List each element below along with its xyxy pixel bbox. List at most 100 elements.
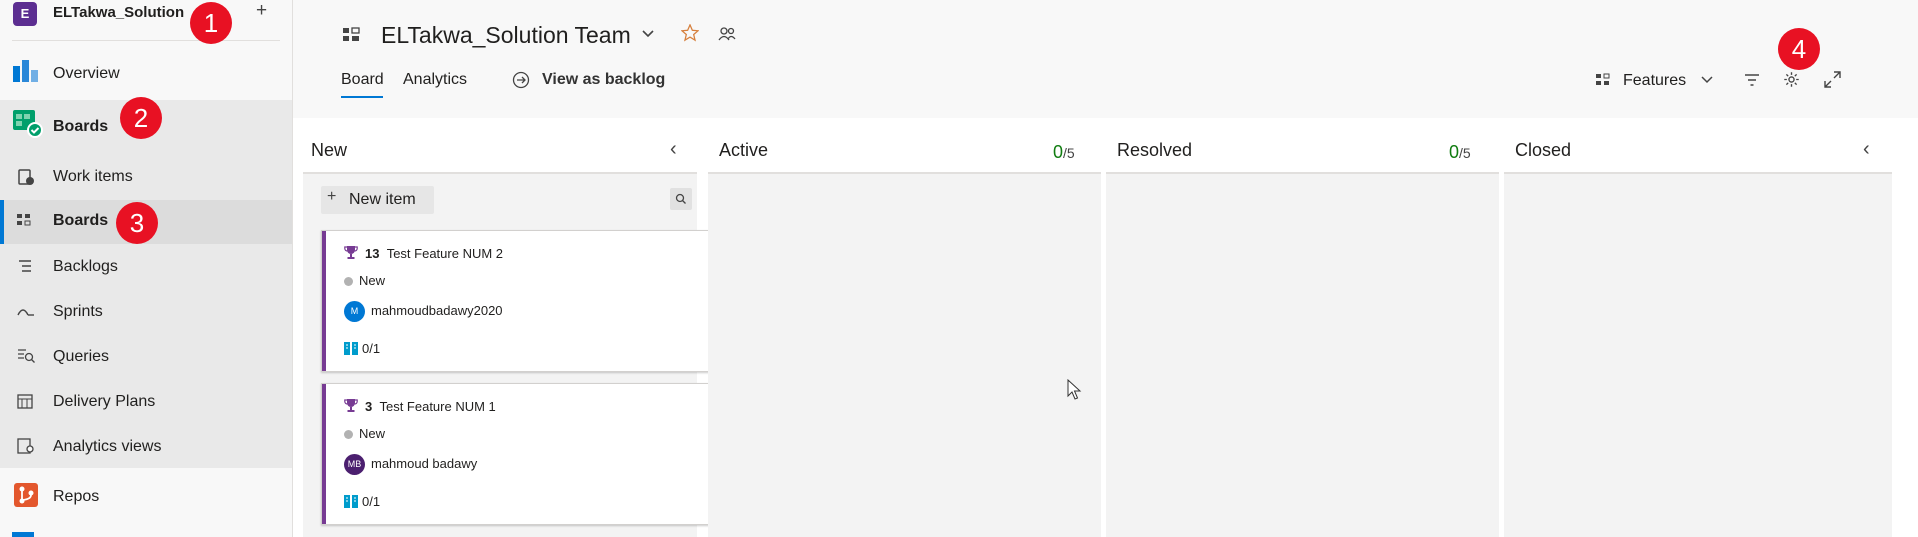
sprints-icon [17,303,35,324]
settings-gear-icon[interactable] [1783,71,1800,93]
column-header-closed: Closed ‹ [1498,118,1898,172]
project-avatar: E [13,2,37,26]
nav-queries-label: Queries [53,348,110,365]
card-state: New [359,426,386,441]
trophy-icon [344,246,358,259]
collapse-column-icon[interactable]: ‹ [670,138,677,161]
nav-work-items[interactable]: Work items [0,160,292,196]
nav-delivery-plans[interactable]: Delivery Plans [0,385,292,421]
nav-overview-label: Overview [53,65,120,82]
tab-analytics[interactable]: Analytics [403,71,467,89]
card-title-row: 13 Test Feature NUM 2 [344,245,503,261]
team-name[interactable]: ELTakwa_Solution Team [381,22,631,49]
chevron-down-icon[interactable] [640,26,656,47]
feature-card[interactable]: 3 Test Feature NUM 1 New MB mahmoud badaw… [321,383,727,525]
wip-current: 0 [1053,142,1064,162]
filter-icon[interactable] [1744,72,1760,93]
search-icon [675,193,686,204]
add-project-icon[interactable]: + [256,0,267,22]
column-title: Active [719,140,769,160]
card-child-progress: 0/1 [362,341,381,356]
backlogs-icon [17,258,33,279]
column-title: Resolved [1117,140,1193,160]
delivery-plans-icon [17,393,33,414]
annotation-marker-4: 4 [1778,28,1820,70]
nav-repos[interactable]: Repos [0,478,292,514]
repos-icon [13,482,39,513]
feature-card[interactable]: 13 Test Feature NUM 2 New Mmahmoudbadawy… [321,230,727,372]
favorite-star-icon[interactable] [680,23,700,47]
plus-icon: + [327,188,337,205]
book-icon [344,342,358,355]
wip-count: 0/5 [1053,142,1075,163]
nav-work-items-label: Work items [53,168,133,185]
team-board-icon [343,26,363,51]
new-item-label: New item [349,191,416,208]
card-title-row: 3 Test Feature NUM 1 [344,398,496,414]
wip-limit: /5 [1459,145,1471,161]
team-members-icon[interactable] [718,26,736,47]
kanban-board: New ‹ + New item 13 Test Feature NUM 2 N… [293,118,1918,537]
card-progress-row[interactable]: 0/1 [344,494,380,509]
column-header-active: Active 0/5 [703,118,1100,172]
annotation-marker-2: 2 [120,97,162,139]
card-title[interactable]: Test Feature NUM 2 [387,246,503,261]
nav-overview[interactable]: Overview [0,60,292,96]
state-indicator [344,430,353,440]
card-id: 3 [365,399,373,414]
queries-icon [17,348,35,369]
card-child-progress: 0/1 [362,494,381,509]
column-title: Closed [1515,140,1572,160]
card-assignee: mahmoud badawy [371,455,478,471]
boards-icon [17,213,33,234]
nav-analytics-views[interactable]: Analytics views [0,430,292,466]
wip-count: 0/5 [1449,142,1471,163]
card-state-row[interactable]: New [344,426,385,441]
card-assignee-row[interactable]: Mmahmoudbadawy2020 [344,301,503,322]
divider [12,40,280,41]
book-icon [344,495,358,508]
nav-delivery-plans-label: Delivery Plans [53,393,156,410]
feature-type-stripe [322,231,326,371]
trophy-icon [344,399,358,412]
column-search-button[interactable] [670,188,692,210]
card-progress-row[interactable]: 0/1 [344,341,380,356]
card-state-row[interactable]: New [344,273,385,288]
project-header[interactable]: E ELTakwa_Solution + [0,0,292,28]
overview-icon [13,60,39,87]
column-header-new: New ‹ [293,118,703,172]
nav-analytics-views-label: Analytics views [53,438,162,455]
nav-sprints[interactable]: Sprints [0,295,292,331]
assignee-avatar: M [344,301,365,322]
feature-type-stripe [322,384,326,524]
wip-current: 0 [1449,142,1460,162]
column-title: New [311,140,348,160]
card-id: 13 [365,246,380,261]
project-name[interactable]: ELTakwa_Solution [53,4,184,21]
backlog-level-selector[interactable]: Features [1623,72,1686,90]
annotation-marker-1: 1 [190,2,232,44]
arrow-circle-icon [512,71,530,94]
nav-sprints-label: Sprints [53,303,103,320]
nav-backlogs[interactable]: Backlogs [0,250,292,286]
mouse-cursor-icon [1067,379,1082,400]
fullscreen-expand-icon[interactable] [1824,71,1841,93]
collapse-column-icon[interactable]: ‹ [1863,138,1870,161]
nav-queries[interactable]: Queries [0,340,292,376]
new-item-button[interactable]: + New item [321,186,434,214]
card-assignee-row[interactable]: MB mahmoud badawy [344,454,477,475]
annotation-marker-3: 3 [116,202,158,244]
assignee-avatar: MB [344,454,365,475]
page-header: ELTakwa_Solution Team Board Analytics Vi… [293,0,1918,118]
work-items-icon [17,168,35,191]
tab-board[interactable]: Board [341,71,384,89]
next-nav-icon [12,532,34,537]
view-as-backlog-link[interactable]: View as backlog [542,71,665,89]
tab-board-underline [341,96,383,98]
left-navigation: E ELTakwa_Solution + Overview Boards Wor… [0,0,293,537]
boards-hub-icon [13,110,43,143]
chevron-down-icon[interactable] [1699,72,1715,93]
card-title[interactable]: Test Feature NUM 1 [379,399,495,414]
column-body-active [708,174,1101,537]
state-indicator [344,277,353,287]
